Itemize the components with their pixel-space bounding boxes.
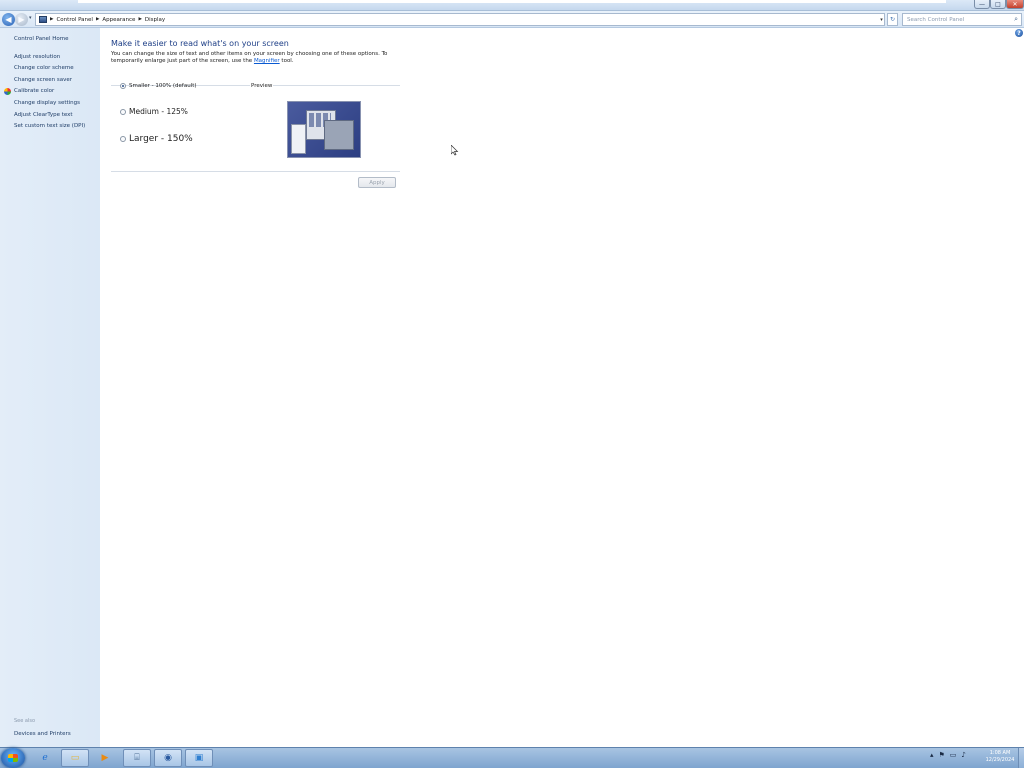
description-line-1: You can change the size of text and othe… <box>111 51 388 57</box>
breadcrumb-appearance[interactable]: Appearance <box>102 17 135 23</box>
options-divider-bottom <box>111 171 400 172</box>
title-strip <box>78 0 946 3</box>
back-arrow-icon: ◀ <box>5 15 12 24</box>
address-bar[interactable]: ▶ Control Panel ▶ Appearance ▶ Display <box>35 13 885 26</box>
sidebar-item-calibrate-color[interactable]: Calibrate color <box>14 88 54 94</box>
magnifier-link[interactable]: Magnifier <box>254 58 280 64</box>
breadcrumb-arrow-icon[interactable]: ▶ <box>96 17 99 22</box>
sidebar-item-custom-text-size[interactable]: Set custom text size (DPI) <box>14 123 85 129</box>
maximize-button[interactable]: □ <box>990 0 1006 9</box>
address-toolbar: ◀ ▶ ▾ ▶ Control Panel ▶ Appearance ▶ Dis… <box>0 11 1024 28</box>
sidebar-item-change-color-scheme[interactable]: Change color scheme <box>14 65 74 71</box>
show-hidden-icons-icon[interactable]: ▴ <box>930 751 934 759</box>
start-button[interactable] <box>1 748 25 768</box>
page-title: Make it easier to read what's on your sc… <box>111 39 289 48</box>
search-placeholder: Search Control Panel <box>907 16 965 23</box>
internet-explorer-icon: ℯ <box>42 753 48 763</box>
description-line-2: temporarily enlarge just part of the scr… <box>111 58 254 64</box>
media-player-icon: ▶ <box>101 753 109 763</box>
option-larger[interactable]: Larger - 150% <box>120 134 193 144</box>
clock-date: 12/29/2024 <box>985 757 1015 763</box>
monitor-icon: ▣ <box>194 753 204 763</box>
system-clock[interactable]: 1:08 AM 12/29/2024 <box>982 750 1018 764</box>
shield-icon <box>4 88 11 95</box>
address-dropdown-button[interactable]: ▾ <box>877 14 886 25</box>
network-tray-icon[interactable]: ▭ <box>950 751 957 759</box>
show-desktop-button[interactable] <box>1018 748 1024 768</box>
left-navigation-pane: Control Panel Home Adjust resolution Cha… <box>0 28 100 747</box>
search-input[interactable]: Search Control Panel ⌕ <box>902 13 1022 26</box>
minimize-button[interactable]: — <box>974 0 990 9</box>
apply-button[interactable]: Apply <box>358 177 396 188</box>
radio-larger[interactable] <box>120 136 126 142</box>
refresh-button[interactable]: ↻ <box>887 13 898 26</box>
search-icon[interactable]: ⌕ <box>1014 15 1018 24</box>
breadcrumb-arrow-icon[interactable]: ▶ <box>138 17 141 22</box>
sidebar-item-control-panel-home[interactable]: Control Panel Home <box>14 36 68 42</box>
preview-window-left <box>291 124 306 154</box>
sidebar-item-change-display-settings[interactable]: Change display settings <box>14 100 80 106</box>
breadcrumb-control-panel[interactable]: Control Panel <box>56 17 92 23</box>
clock-time: 1:08 AM <box>989 750 1011 756</box>
help-button[interactable]: ? <box>1015 29 1023 37</box>
control-panel-icon <box>39 16 47 23</box>
sidebar-item-adjust-resolution[interactable]: Adjust resolution <box>14 54 60 60</box>
back-button[interactable]: ◀ <box>2 13 15 26</box>
radio-smaller[interactable] <box>120 83 126 89</box>
taskbar-windows-explorer[interactable]: ▭ <box>61 749 89 767</box>
option-medium[interactable]: Medium - 125% <box>120 107 188 116</box>
forward-button[interactable]: ▶ <box>15 13 28 26</box>
option-smaller[interactable]: Smaller - 100% (default) <box>120 83 197 89</box>
help-icon: ? <box>1017 29 1021 37</box>
taskbar-internet-explorer[interactable]: ℯ <box>31 749 59 767</box>
action-center-flag-icon[interactable]: ⚑ <box>939 751 945 759</box>
refresh-icon: ↻ <box>889 16 896 23</box>
option-medium-label[interactable]: Medium - 125% <box>129 107 188 116</box>
close-button[interactable]: ✕ <box>1006 0 1024 9</box>
windows-explorer-icon: ▭ <box>70 753 80 763</box>
sidebar-item-change-screen-saver[interactable]: Change screen saver <box>14 77 72 83</box>
taskbar: ℯ ▭ ▶ ⌸ ◉ ▣ ▴ ⚑ ▭ ♪ 1:08 AM 12/29/2024 <box>0 747 1024 768</box>
taskbar-media-player[interactable]: ▶ <box>91 749 119 767</box>
network-icon: ⌸ <box>134 753 140 763</box>
page-description: You can change the size of text and othe… <box>111 51 401 65</box>
taskbar-network[interactable]: ⌸ <box>123 749 151 767</box>
see-also-heading: See also <box>14 718 36 724</box>
preview-label: Preview <box>250 83 274 89</box>
taskbar-eye-app[interactable]: ◉ <box>154 749 182 767</box>
description-line-2-end: tool. <box>279 58 294 64</box>
eye-icon: ◉ <box>164 753 172 763</box>
sidebar-item-adjust-cleartype[interactable]: Adjust ClearType text <box>14 112 73 118</box>
title-bar: — □ ✕ <box>0 0 1024 11</box>
option-smaller-label[interactable]: Smaller - 100% (default) <box>129 83 197 89</box>
preview-image <box>287 101 361 158</box>
radio-medium[interactable] <box>120 108 126 115</box>
option-larger-label[interactable]: Larger - 150% <box>129 134 193 144</box>
preview-window-right <box>324 120 354 150</box>
volume-icon[interactable]: ♪ <box>961 751 965 759</box>
system-tray: ▴ ⚑ ▭ ♪ <box>930 751 966 759</box>
breadcrumb-arrow-icon[interactable]: ▶ <box>50 17 53 22</box>
forward-arrow-icon: ▶ <box>18 15 25 24</box>
breadcrumb-display[interactable]: Display <box>145 17 165 23</box>
recent-pages-dropdown[interactable]: ▾ <box>29 15 32 21</box>
sidebar-item-devices-and-printers[interactable]: Devices and Printers <box>14 731 71 737</box>
taskbar-display-control-panel[interactable]: ▣ <box>185 749 213 767</box>
